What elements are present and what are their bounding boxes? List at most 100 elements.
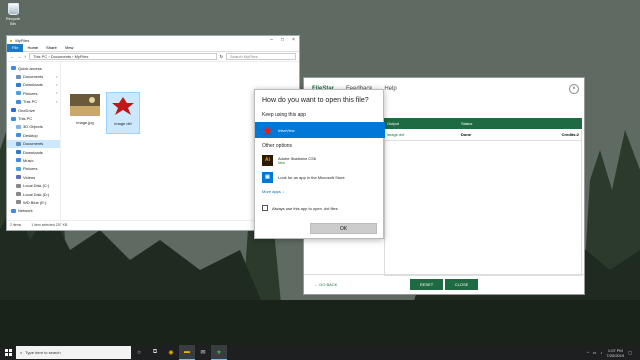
clock[interactable]: 1:07 PM 7/20/2019 [606, 348, 624, 358]
sidebar-item[interactable]: Documents ✦ [7, 72, 60, 80]
go-back-link[interactable]: ← GO BACK [314, 282, 337, 287]
always-use-checkbox[interactable]: Always use this app to open .dxf files [262, 205, 338, 211]
file-item[interactable]: image.jpg [68, 92, 102, 134]
file-item[interactable]: image.dxf [106, 92, 140, 134]
cortana-icon[interactable]: ○ [131, 345, 147, 360]
other-options-label: Other options [262, 143, 293, 149]
recycle-bin-desktop-icon[interactable]: Recycle Bin [4, 3, 22, 26]
sidebar-item[interactable]: Desktop [7, 131, 60, 139]
results-panel [384, 118, 582, 276]
explorer-title: MyFiles [15, 37, 30, 43]
address-segment[interactable]: Documents [51, 54, 71, 59]
address-bar[interactable]: This PC › Documents › MyFiles [29, 53, 217, 60]
sidebar-item-label: Music [23, 157, 34, 163]
app-option-irfanview[interactable]: IrfanView [255, 122, 385, 138]
forward-arrow-icon[interactable]: → [17, 54, 21, 59]
sidebar-item-label: Pictures [23, 90, 38, 96]
explorer-title-bar: ■ MyFiles – □ × [7, 36, 299, 44]
app-option-illustrator[interactable]: Ai Adobe Illustrator CS6 New [255, 152, 385, 168]
sidebar-item[interactable]: Local Disk (D:) [7, 190, 60, 198]
folder-icon [16, 141, 21, 146]
app-option-store[interactable]: ▣ Look for an app in the Microsoft Store [255, 169, 385, 185]
sidebar-item-label: OneDrive [18, 107, 35, 113]
nav-help[interactable]: Help [384, 86, 396, 92]
close-button[interactable]: CLOSE [445, 279, 478, 290]
navigation-bar: ← → ↑ This PC › Documents › MyFiles ↻ Se… [7, 52, 299, 62]
sidebar-item[interactable]: This PC ✦ [7, 98, 60, 106]
folder-icon [16, 200, 21, 205]
folder-icon [16, 150, 21, 155]
illustrator-icon: Ai [262, 154, 273, 166]
up-arrow-icon[interactable]: ↑ [24, 54, 26, 59]
sidebar-item[interactable]: Quick access [7, 64, 60, 72]
reset-button[interactable]: RESET [410, 279, 443, 290]
refresh-icon[interactable]: ↻ [220, 54, 223, 59]
notification-icon[interactable]: ▢ [628, 350, 632, 355]
sidebar-item[interactable]: Local Disk (C:) [7, 181, 60, 189]
back-arrow-icon[interactable]: ← [10, 54, 14, 59]
sidebar-item[interactable]: Pictures [7, 165, 60, 173]
taskbar-search-input[interactable]: ⌕ Type here to search [16, 346, 131, 359]
volume-icon[interactable]: ♪ [600, 350, 602, 355]
sidebar-item[interactable]: WD Blue (E:) [7, 198, 60, 206]
address-segment[interactable]: This PC [33, 54, 47, 59]
close-button[interactable]: × [288, 37, 299, 43]
tab-view[interactable]: View [61, 45, 78, 50]
app-name: IrfanView [278, 127, 295, 133]
mail-icon[interactable]: ✉ [195, 345, 211, 360]
app-name: Look for an app in the Microsoft Store [278, 174, 345, 180]
folder-icon [16, 124, 21, 129]
pin-icon: ✦ [55, 74, 58, 79]
sidebar-item[interactable]: OneDrive [7, 106, 60, 114]
tab-home[interactable]: Home [23, 45, 42, 50]
selection-info: 1 item selected 257 KB [31, 222, 68, 227]
folder-icon [16, 99, 21, 104]
folder-icon: ■ [10, 37, 13, 43]
recycle-bin-label: Recycle Bin [5, 16, 21, 26]
task-view-icon[interactable]: ⧉ [147, 345, 163, 360]
more-apps-link[interactable]: More apps ↓ [262, 189, 284, 194]
checkbox-box[interactable] [262, 205, 268, 211]
sidebar-item-label: Documents [23, 141, 44, 147]
folder-icon [16, 158, 21, 163]
sidebar-item[interactable]: Documents [7, 139, 60, 148]
pin-icon: ✦ [55, 82, 58, 87]
chevron-up-icon[interactable]: ^ [587, 350, 589, 355]
sidebar-item[interactable]: 3D Objects [7, 123, 60, 131]
column-output: Output [387, 121, 400, 126]
tab-share[interactable]: Share [42, 45, 61, 50]
ribbon-tabs: File Home Share View [7, 43, 299, 52]
ok-button[interactable]: OK [310, 223, 377, 234]
filestar-taskbar-icon[interactable]: ★ [211, 345, 227, 360]
maximize-button[interactable]: □ [277, 37, 288, 43]
table-header: Output Status [384, 118, 582, 129]
file-explorer-taskbar-icon[interactable]: ▬ [179, 345, 195, 360]
chrome-icon[interactable]: ◉ [163, 345, 179, 360]
store-icon: ▣ [262, 171, 273, 183]
search-input[interactable]: Search MyFiles [226, 53, 296, 60]
keep-using-label: Keep using this app [262, 112, 306, 118]
start-button[interactable] [0, 345, 16, 360]
sidebar-item[interactable]: Downloads [7, 148, 60, 156]
column-status: Status [461, 121, 473, 126]
sidebar-item[interactable]: This PC [7, 114, 60, 122]
tab-file[interactable]: File [7, 43, 24, 52]
sidebar-item[interactable]: Music [7, 156, 60, 164]
close-icon[interactable]: × [569, 84, 579, 94]
network-icon[interactable]: ▭ [593, 350, 597, 355]
sidebar-item[interactable]: Videos [7, 173, 60, 181]
folder-icon [11, 66, 16, 71]
sidebar-item[interactable]: Pictures ✦ [7, 89, 60, 97]
sidebar-item[interactable]: Downloads ✦ [7, 81, 60, 89]
folder-icon [16, 82, 21, 87]
output-file-link[interactable]: image.dxf [384, 132, 458, 137]
sidebar-item-label: This PC [18, 116, 33, 122]
address-segment[interactable]: MyFiles [75, 54, 89, 59]
item-count: 2 items [10, 222, 22, 227]
open-with-dialog: How do you want to open this file? Keep … [254, 89, 385, 239]
folder-icon [11, 116, 16, 121]
sidebar-item-label: Quick access [18, 65, 42, 71]
minimize-button[interactable]: – [266, 37, 277, 43]
app-name: Adobe Illustrator CS6 [278, 155, 317, 161]
sidebar-item[interactable]: Network [7, 207, 60, 215]
